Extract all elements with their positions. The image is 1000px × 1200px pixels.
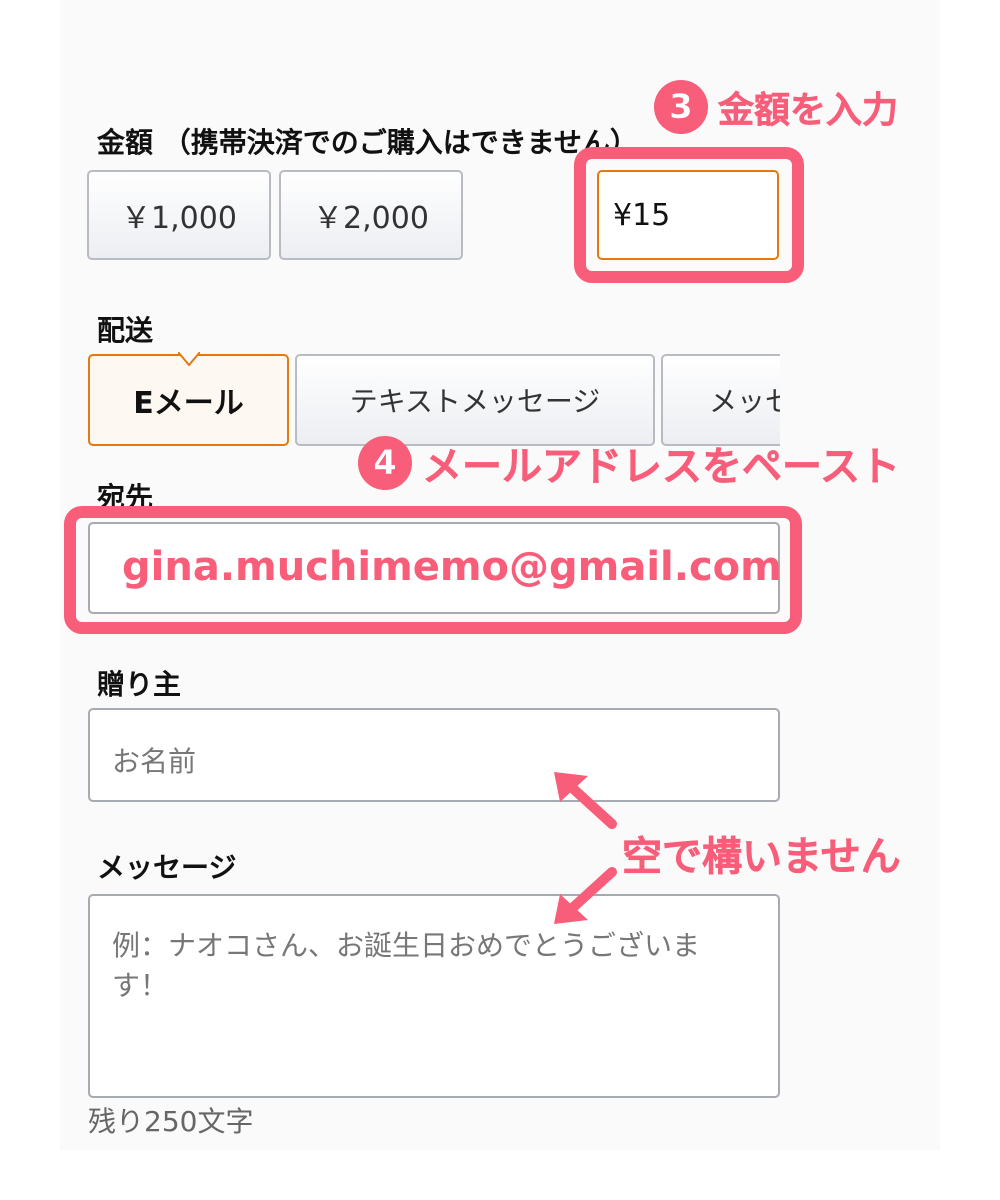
selected-tab-caret xyxy=(178,352,200,366)
amount-highlight-box xyxy=(574,147,804,283)
email-highlight-box xyxy=(64,506,802,634)
amount-option-2000[interactable]: ￥2,000 xyxy=(279,170,463,260)
message-textarea[interactable]: 例：ナオコさん、お誕生日おめでとうございます！ xyxy=(88,894,780,1098)
step3-number-badge: 3 xyxy=(654,80,708,134)
tab-message[interactable]: メッセ xyxy=(661,354,780,446)
amount-label: 金額 （携帯決済でのご購入はできません） xyxy=(97,126,638,159)
empty-ok-note: 空で構いません xyxy=(622,834,901,881)
sender-label: 贈り主 xyxy=(97,668,182,701)
step4-text: メールアドレスをペースト xyxy=(422,444,901,491)
message-placeholder: 例：ナオコさん、お誕生日おめでとうございます！ xyxy=(112,929,701,1002)
delivery-tabs: Eメール テキストメッセージ メッセ xyxy=(88,354,780,446)
amount-option-1000[interactable]: ￥1,000 xyxy=(87,170,271,260)
message-label: メッセージ xyxy=(97,851,237,884)
tab-text-message[interactable]: テキストメッセージ xyxy=(295,354,655,446)
sender-name-field[interactable]: お名前 xyxy=(88,708,780,802)
sender-name-placeholder: お名前 xyxy=(112,745,197,778)
step4-number-badge: 4 xyxy=(358,436,412,490)
character-counter: 残り250文字 xyxy=(88,1105,254,1138)
arrow-up-left-icon xyxy=(554,772,617,829)
arrow-down-left-icon xyxy=(554,867,617,924)
step3-text: 金額を入力 xyxy=(718,90,899,132)
step4-callout: 4 メールアドレスをペースト xyxy=(358,434,900,492)
delivery-label: 配送 xyxy=(97,314,154,347)
step3-callout: 3 金額を入力 xyxy=(654,80,898,134)
tab-email[interactable]: Eメール xyxy=(88,354,289,446)
